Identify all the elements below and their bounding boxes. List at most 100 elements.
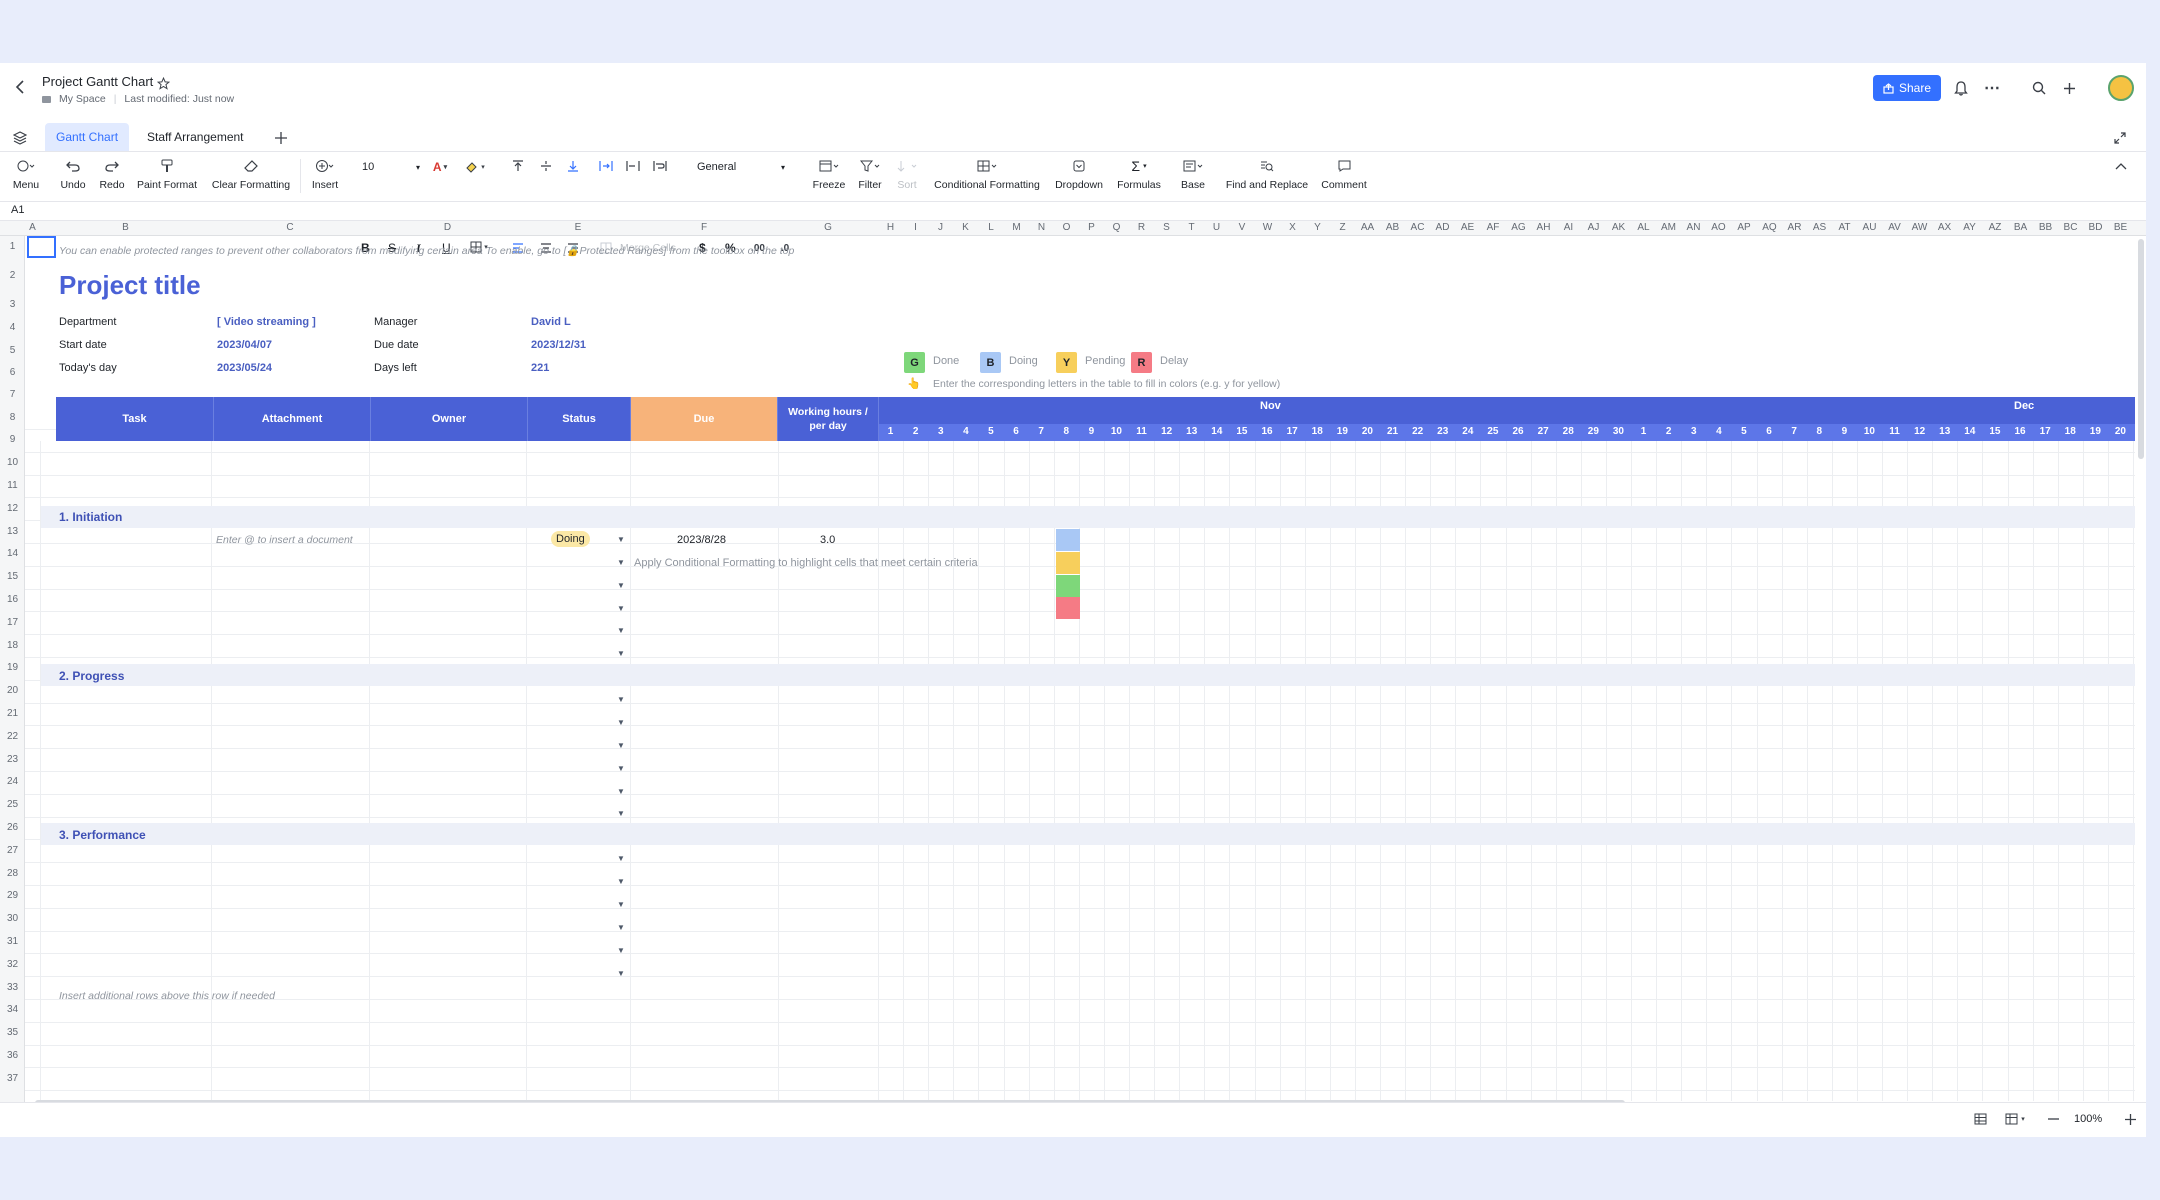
column-header[interactable]: BA [2008,222,2033,233]
row-header[interactable]: 26 [0,822,25,833]
comment-icon[interactable] [1334,157,1354,175]
font-size-select[interactable]: 10 ▾ [362,157,424,177]
column-header[interactable]: I [903,222,928,233]
column-header[interactable]: D [369,222,526,233]
row-header[interactable]: 5 [0,345,25,356]
row-header[interactable]: 10 [0,457,25,468]
row-header[interactable]: 1 [0,241,25,252]
vertical-scrollbar[interactable] [2138,239,2144,459]
row-header[interactable]: 28 [0,868,25,879]
row-header[interactable]: 21 [0,708,25,719]
search-icon[interactable] [2030,79,2048,97]
column-header[interactable]: AO [1706,222,1731,233]
column-header[interactable]: S [1154,222,1179,233]
star-icon[interactable] [155,75,171,91]
row-header[interactable]: 34 [0,1004,25,1015]
column-header[interactable]: C [211,222,369,233]
column-header[interactable]: AC [1405,222,1430,233]
column-header[interactable]: BE [2108,222,2133,233]
column-header[interactable]: B [40,222,211,233]
wrap-text-icon[interactable] [651,157,669,175]
gantt-cell-swatch[interactable] [1056,597,1080,620]
align-top-icon[interactable] [509,157,527,175]
wrap-clip-icon[interactable] [624,157,642,175]
undo-button[interactable]: Undo [60,179,85,191]
tab-gantt-chart[interactable]: Gantt Chart [45,123,130,151]
days-left-value[interactable]: 221 [531,362,549,374]
formula-bar[interactable] [0,201,2146,221]
chevron-down-icon[interactable]: ▼ [617,581,625,590]
column-header[interactable]: H [878,222,903,233]
avatar[interactable] [2108,75,2134,101]
column-header[interactable]: A [25,222,40,233]
column-header[interactable]: Q [1104,222,1129,233]
row-header[interactable]: 8 [0,412,25,423]
due-date-value[interactable]: 2023/12/31 [531,339,586,351]
project-title[interactable]: Project title [59,270,201,301]
column-header[interactable]: AY [1957,222,1982,233]
chevron-down-icon[interactable]: ▼ [617,558,625,567]
chevron-down-icon[interactable]: ▼ [617,718,625,727]
row-header[interactable]: 19 [0,662,25,673]
due-value[interactable]: 2023/8/28 [677,534,726,546]
column-header[interactable]: U [1204,222,1229,233]
row-header[interactable]: 35 [0,1027,25,1038]
chevron-down-icon[interactable]: ▼ [617,969,625,978]
row-header[interactable]: 12 [0,503,25,514]
eraser-icon[interactable] [241,157,261,175]
align-middle-icon[interactable] [537,157,555,175]
column-header[interactable]: J [928,222,953,233]
chevron-down-icon[interactable]: ▼ [617,604,625,613]
column-header[interactable]: AX [1932,222,1957,233]
back-icon[interactable] [12,79,28,95]
chevron-down-icon[interactable]: ▼ [617,900,625,909]
layers-icon[interactable] [11,129,29,147]
menu-button[interactable]: Menu [13,179,39,191]
column-header[interactable]: AG [1506,222,1531,233]
formulas-button[interactable]: Formulas [1117,179,1161,191]
column-header[interactable]: BD [2083,222,2108,233]
find-replace-icon[interactable] [1257,157,1277,175]
row-header[interactable]: 25 [0,799,25,810]
dropdown-icon[interactable] [1069,157,1089,175]
collapse-toolbar-icon[interactable] [2113,158,2129,174]
start-date-value[interactable]: 2023/04/07 [217,339,272,351]
column-header[interactable]: AE [1455,222,1480,233]
row-header[interactable]: 3 [0,299,25,310]
gantt-cell-swatch[interactable] [1056,529,1080,551]
column-header[interactable]: BC [2058,222,2083,233]
column-header[interactable]: K [953,222,978,233]
menu-icon[interactable] [16,157,36,175]
hours-value[interactable]: 3.0 [820,534,835,546]
zoom-in-icon[interactable] [2121,1110,2139,1128]
column-header[interactable]: AA [1355,222,1380,233]
column-header[interactable]: V [1229,222,1255,233]
active-cell[interactable] [27,236,56,258]
chevron-down-icon[interactable]: ▼ [617,854,625,863]
row-header[interactable]: 37 [0,1073,25,1084]
chevron-down-icon[interactable]: ▼ [617,877,625,886]
chevron-down-icon[interactable]: ▼ [617,787,625,796]
paint-format-button[interactable]: Paint Format [137,179,197,191]
freeze-button[interactable]: Freeze [813,179,846,191]
insert-icon[interactable] [315,157,335,175]
chevron-down-icon[interactable]: ▼ [617,923,625,932]
tab-staff-arrangement[interactable]: Staff Arrangement [136,123,255,151]
row-header[interactable]: 7 [0,389,25,400]
conditional-formatting-icon[interactable] [977,157,997,175]
row-header[interactable]: 17 [0,617,25,628]
more-icon[interactable]: ⋯ [1982,79,2002,97]
column-header[interactable]: AV [1882,222,1907,233]
clear-formatting-button[interactable]: Clear Formatting [212,179,290,191]
add-sheet-icon[interactable] [272,129,290,147]
column-header[interactable]: AQ [1757,222,1782,233]
column-header[interactable]: AB [1380,222,1405,233]
status-badge[interactable]: Doing [551,531,590,547]
dropdown-button[interactable]: Dropdown [1055,179,1103,191]
filter-button[interactable]: Filter [858,179,881,191]
column-header[interactable]: AL [1631,222,1656,233]
column-header[interactable]: N [1029,222,1054,233]
column-header[interactable]: AW [1907,222,1932,233]
share-button[interactable]: Share [1873,75,1941,101]
row-header[interactable]: 13 [0,526,25,537]
